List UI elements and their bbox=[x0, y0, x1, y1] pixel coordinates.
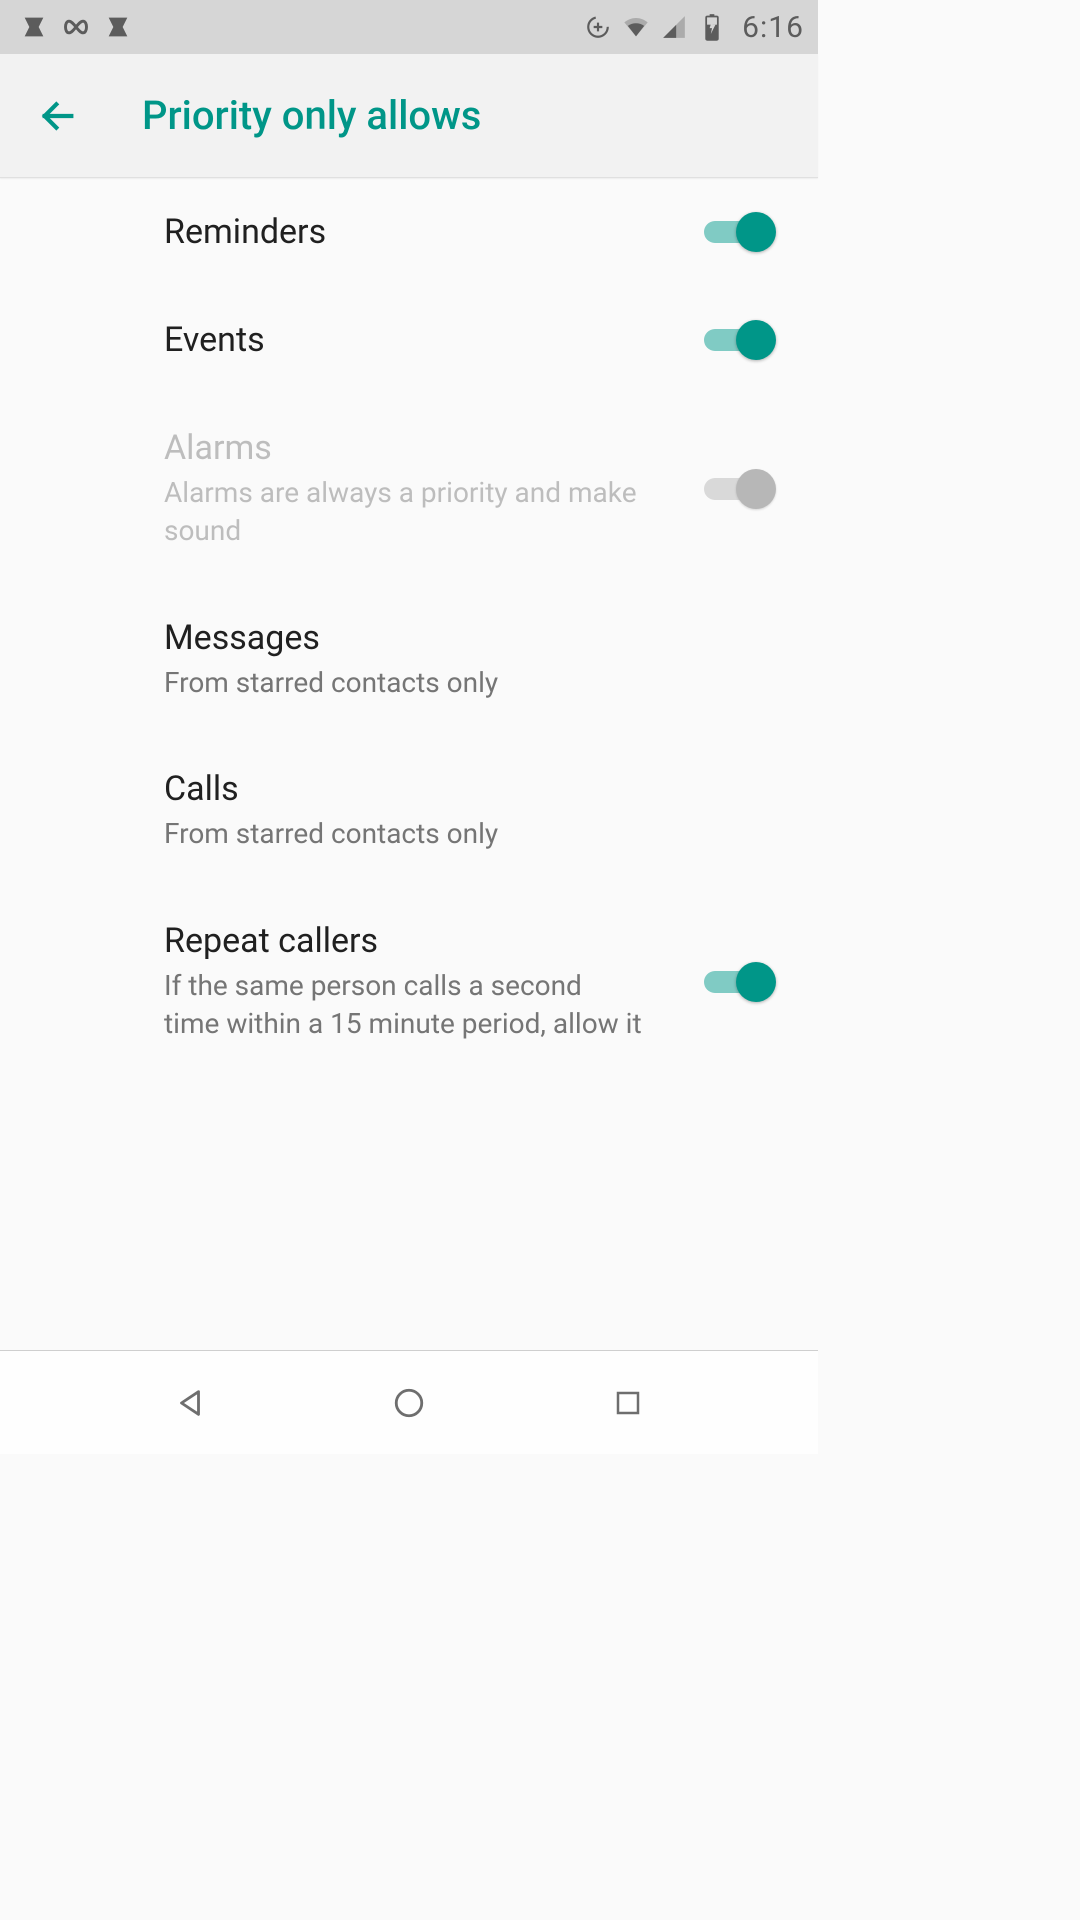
setting-title: Calls bbox=[164, 769, 776, 809]
setting-subtitle: Alarms are always a priority and make so… bbox=[164, 474, 644, 550]
toggle-events[interactable] bbox=[704, 320, 776, 360]
app-notification-icon bbox=[104, 13, 132, 41]
navigation-bar bbox=[0, 1350, 818, 1454]
status-right: 6:16 bbox=[584, 10, 804, 45]
battery-charging-icon bbox=[698, 13, 726, 41]
app-notification-icon bbox=[20, 13, 48, 41]
nav-recent-button[interactable] bbox=[606, 1381, 650, 1425]
status-left bbox=[20, 13, 132, 41]
page-title: Priority only allows bbox=[142, 92, 481, 139]
setting-subtitle: If the same person calls a second time w… bbox=[164, 967, 644, 1043]
wifi-icon bbox=[622, 13, 650, 41]
back-button[interactable] bbox=[34, 92, 82, 140]
setting-subtitle: From starred contacts only bbox=[164, 815, 644, 853]
toggle-repeat-callers[interactable] bbox=[704, 962, 776, 1002]
setting-events[interactable]: Events bbox=[164, 286, 776, 394]
data-saver-icon bbox=[584, 13, 612, 41]
cell-signal-icon bbox=[660, 13, 688, 41]
setting-title: Repeat callers bbox=[164, 921, 704, 961]
toggle-reminders[interactable] bbox=[704, 212, 776, 252]
setting-subtitle: From starred contacts only bbox=[164, 664, 644, 702]
setting-calls[interactable]: Calls From starred contacts only bbox=[164, 735, 776, 887]
nav-home-button[interactable] bbox=[387, 1381, 431, 1425]
status-bar: 6:16 bbox=[0, 0, 818, 54]
setting-title: Reminders bbox=[164, 212, 704, 252]
nav-back-button[interactable] bbox=[168, 1381, 212, 1425]
app-bar: Priority only allows bbox=[0, 54, 818, 178]
setting-messages[interactable]: Messages From starred contacts only bbox=[164, 584, 776, 736]
settings-list: Reminders Events Alarms Alarms are alway… bbox=[0, 178, 818, 1454]
setting-reminders[interactable]: Reminders bbox=[164, 178, 776, 286]
toggle-alarms bbox=[704, 469, 776, 509]
setting-title: Alarms bbox=[164, 428, 704, 468]
setting-title: Messages bbox=[164, 618, 776, 658]
setting-title: Events bbox=[164, 320, 704, 360]
setting-alarms: Alarms Alarms are always a priority and … bbox=[164, 394, 776, 584]
infinity-icon bbox=[62, 13, 90, 41]
setting-repeat-callers[interactable]: Repeat callers If the same person calls … bbox=[164, 887, 776, 1077]
status-time: 6:16 bbox=[742, 10, 804, 45]
